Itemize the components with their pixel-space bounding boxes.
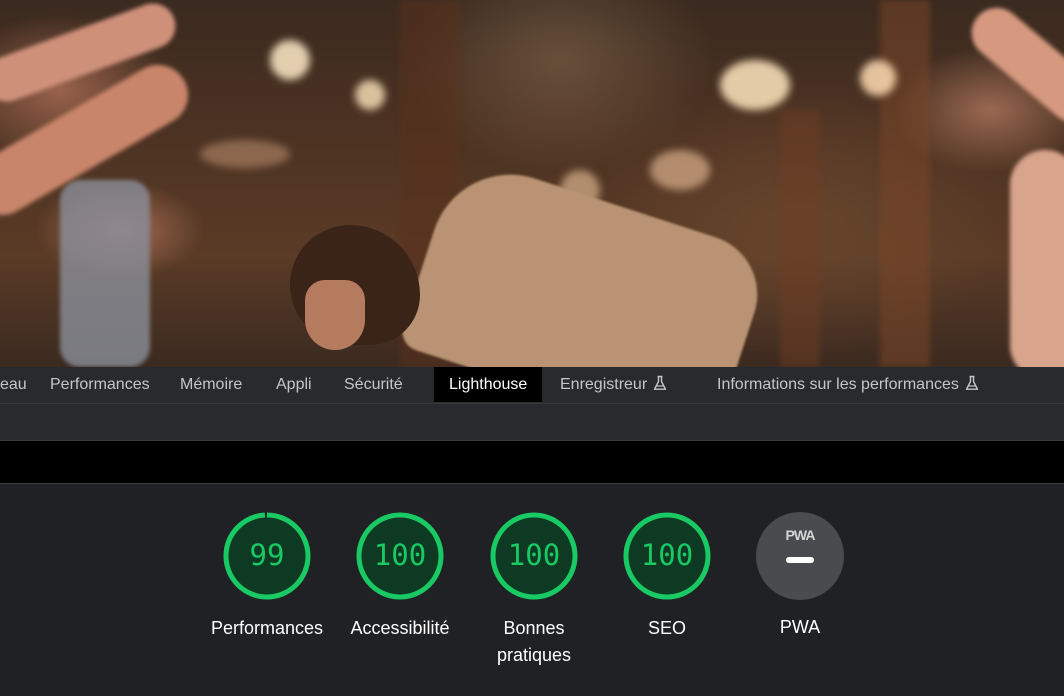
gauge-score-value: 100	[373, 538, 427, 572]
gauge-label: PWA	[779, 617, 821, 637]
pwa-badge: PWA	[756, 512, 844, 600]
tab-lighthouse[interactable]: Lighthouse	[434, 367, 543, 402]
tab-application[interactable]: Appli	[276, 367, 312, 403]
tab-security[interactable]: Sécurité	[344, 367, 403, 403]
flask-icon	[653, 369, 667, 405]
tab-performance-insights-label: Informations sur les performances	[717, 376, 959, 393]
report-url-bar	[0, 441, 1064, 484]
devtools-tab-bar: eau Performances Mémoire Appli Sécurité …	[0, 367, 1064, 404]
pwa-logo: PWA	[785, 527, 816, 543]
tab-performance-insights[interactable]: Informations sur les performances	[717, 367, 979, 403]
gauge-label: SEO	[647, 618, 686, 638]
gauge-score-value: 100	[640, 538, 694, 572]
gauge-label: Performances	[210, 618, 324, 638]
score-gauge-seo[interactable]: 100 SEO	[602, 511, 732, 642]
tab-recorder[interactable]: Enregistreur	[560, 367, 667, 403]
gauge-score-value: 100	[507, 538, 561, 572]
score-gauge-pwa[interactable]: PWA PWA	[735, 511, 865, 641]
score-gauge-accessibility[interactable]: 100 Accessibilité	[335, 511, 465, 642]
tab-network[interactable]: eau	[0, 367, 27, 403]
lighthouse-toolbar	[0, 404, 1064, 441]
gauge-label: Accessibilité	[350, 618, 450, 638]
gauge-score-value: 99	[249, 538, 285, 572]
lighthouse-report: 99 Performances 100 Accessibilité 100 Bo…	[0, 484, 1064, 696]
gauge-label: Bonnes pratiques	[496, 618, 572, 665]
tab-recorder-label: Enregistreur	[560, 376, 648, 393]
pwa-dash-icon	[786, 557, 814, 563]
score-gauge-performance[interactable]: 99 Performances	[202, 511, 332, 642]
tab-performance[interactable]: Performances	[50, 367, 150, 403]
score-gauge-best-practices[interactable]: 100 Bonnes pratiques	[469, 511, 599, 669]
flask-icon	[965, 369, 979, 405]
tab-memory[interactable]: Mémoire	[180, 367, 242, 403]
hero-photo	[0, 0, 1064, 367]
